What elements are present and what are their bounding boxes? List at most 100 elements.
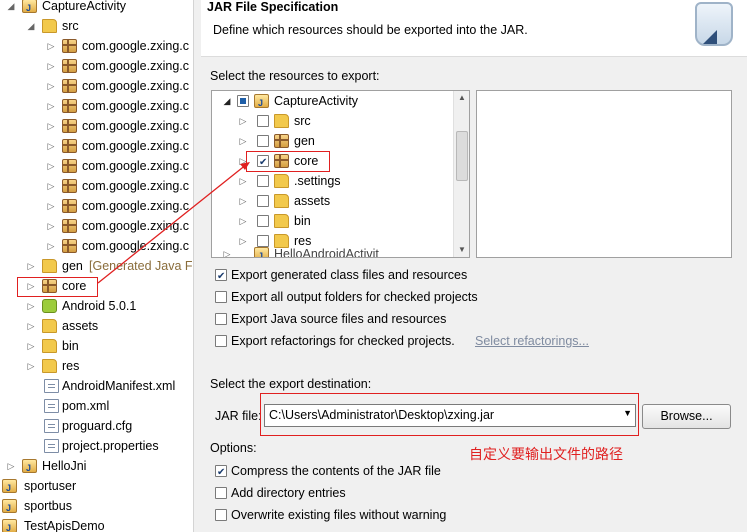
package-explorer: ◢ CaptureActivity ◢ src ▷ com.google.zxin… — [0, 0, 193, 532]
folder-icon — [42, 339, 57, 353]
option-checkbox[interactable] — [215, 267, 227, 287]
tree-item-label: project.properties — [62, 439, 159, 453]
scroll-thumb[interactable] — [456, 131, 468, 181]
expand-arrow-icon[interactable]: ▷ — [46, 116, 56, 136]
tree-item-label: com.google.zxing.c — [82, 219, 190, 233]
resource-checkbox[interactable] — [257, 215, 269, 227]
expand-arrow-icon[interactable]: ▷ — [46, 36, 56, 56]
project-icon — [254, 246, 269, 257]
tree-item-label: assets — [62, 319, 99, 333]
scroll-up-icon[interactable]: ▲ — [454, 91, 469, 105]
option-checkbox[interactable] — [215, 509, 227, 521]
option-checkbox[interactable] — [215, 335, 227, 347]
option-checkbox[interactable] — [215, 291, 227, 303]
option-label: Add directory entries — [231, 486, 346, 500]
page-description: Define which resources should be exporte… — [213, 23, 528, 37]
jar-corner-icon — [703, 30, 717, 44]
package-icon — [62, 179, 77, 193]
package-icon — [62, 139, 77, 153]
folder-icon — [274, 114, 289, 128]
collapse-arrow-icon[interactable]: ◢ — [26, 16, 36, 36]
project-icon — [2, 518, 17, 532]
tree-item-label: HelloJni — [42, 459, 87, 473]
tree-item-label: com.google.zxing.c — [82, 79, 190, 93]
tree-item-label: src — [62, 19, 79, 33]
package-icon — [62, 59, 77, 73]
tree-item-label: CaptureActivity — [42, 0, 127, 13]
package-icon — [62, 219, 77, 233]
expand-arrow-icon[interactable]: ▷ — [222, 244, 232, 257]
vertical-scrollbar[interactable]: ▲ ▼ — [453, 91, 469, 257]
tree-item-label: res — [62, 359, 80, 373]
expand-arrow-icon[interactable]: ▷ — [46, 56, 56, 76]
expand-arrow-icon[interactable]: ▷ — [238, 191, 248, 211]
project-icon — [254, 93, 269, 113]
generated-tag: [Generated Java F — [89, 259, 193, 273]
folder-icon — [274, 174, 289, 188]
tree-item-label: com.google.zxing.c — [82, 199, 190, 213]
resource-tree[interactable]: ◢ CaptureActivity ▷src▷gen▷core▷.setting… — [211, 90, 470, 258]
expand-arrow-icon[interactable]: ▷ — [26, 296, 36, 316]
tree-item-label: com.google.zxing.c — [82, 99, 190, 113]
resource-checkbox[interactable] — [257, 135, 269, 147]
root-checkbox[interactable] — [237, 95, 249, 107]
select-refactorings-link[interactable]: Select refactorings... — [475, 331, 589, 351]
project-icon — [2, 478, 17, 498]
destination-label: Select the export destination: — [210, 377, 372, 391]
file-icon — [44, 439, 59, 453]
tree-item-label: com.google.zxing.c — [82, 39, 190, 53]
tree-item-label: sportbus — [24, 499, 72, 513]
expand-arrow-icon[interactable]: ▷ — [238, 231, 248, 251]
folder-icon — [274, 214, 289, 228]
expand-arrow-icon[interactable]: ▷ — [26, 256, 36, 276]
source-folder-icon — [42, 19, 57, 33]
scroll-down-icon[interactable]: ▼ — [454, 243, 469, 257]
option-checkbox[interactable] — [215, 463, 227, 483]
expand-arrow-icon[interactable]: ▷ — [46, 96, 56, 116]
expand-arrow-icon[interactable]: ▷ — [26, 356, 36, 376]
expand-arrow-icon[interactable]: ▷ — [46, 176, 56, 196]
package-icon — [62, 159, 77, 173]
option-label: Export generated class files and resourc… — [231, 268, 468, 282]
resource-files-list[interactable] — [476, 90, 732, 258]
browse-button[interactable]: Browse... — [642, 404, 731, 429]
expand-arrow-icon[interactable]: ▷ — [46, 196, 56, 216]
package-icon — [62, 79, 77, 93]
file-icon — [44, 419, 59, 433]
expand-arrow-icon[interactable]: ▷ — [46, 76, 56, 96]
resource-checkbox[interactable] — [257, 195, 269, 207]
tree-item-label: .settings — [294, 174, 341, 188]
option-label: Export all output folders for checked pr… — [231, 290, 478, 304]
expand-arrow-icon[interactable]: ▷ — [46, 236, 56, 256]
package-icon — [62, 239, 77, 253]
option-checkbox[interactable] — [215, 313, 227, 325]
expand-arrow-icon[interactable]: ▷ — [46, 156, 56, 176]
expand-arrow-icon[interactable]: ▷ — [46, 136, 56, 156]
option-checkbox[interactable] — [215, 487, 227, 499]
tree-item-label: sportuser — [24, 479, 77, 493]
collapse-arrow-icon[interactable]: ◢ — [6, 0, 16, 16]
expand-arrow-icon[interactable]: ▷ — [238, 171, 248, 191]
expand-arrow-icon[interactable]: ▷ — [26, 316, 36, 336]
project-icon — [22, 458, 37, 478]
expand-arrow-icon[interactable]: ▷ — [238, 211, 248, 231]
expand-arrow-icon[interactable]: ▷ — [46, 216, 56, 236]
resource-checkbox[interactable] — [257, 175, 269, 187]
package-icon — [274, 134, 289, 148]
package-icon — [62, 99, 77, 113]
expand-arrow-icon[interactable]: ▷ — [6, 456, 16, 476]
pane-divider[interactable] — [193, 0, 200, 532]
project-icon — [2, 498, 17, 518]
tree-item-label: com.google.zxing.c — [82, 119, 190, 133]
resource-checkbox[interactable] — [257, 115, 269, 127]
source-folder-icon — [42, 259, 57, 273]
jar-file-label: JAR file: — [215, 409, 262, 423]
option-label: Overwrite existing files without warning — [231, 508, 447, 522]
expand-arrow-icon[interactable]: ▷ — [238, 111, 248, 131]
collapse-arrow-icon[interactable]: ◢ — [222, 91, 232, 111]
tree-item-label: com.google.zxing.c — [82, 239, 190, 253]
option-label: Export Java source files and resources — [231, 312, 447, 326]
tree-item-label: com.google.zxing.c — [82, 179, 190, 193]
expand-arrow-icon[interactable]: ▷ — [238, 131, 248, 151]
expand-arrow-icon[interactable]: ▷ — [26, 336, 36, 356]
